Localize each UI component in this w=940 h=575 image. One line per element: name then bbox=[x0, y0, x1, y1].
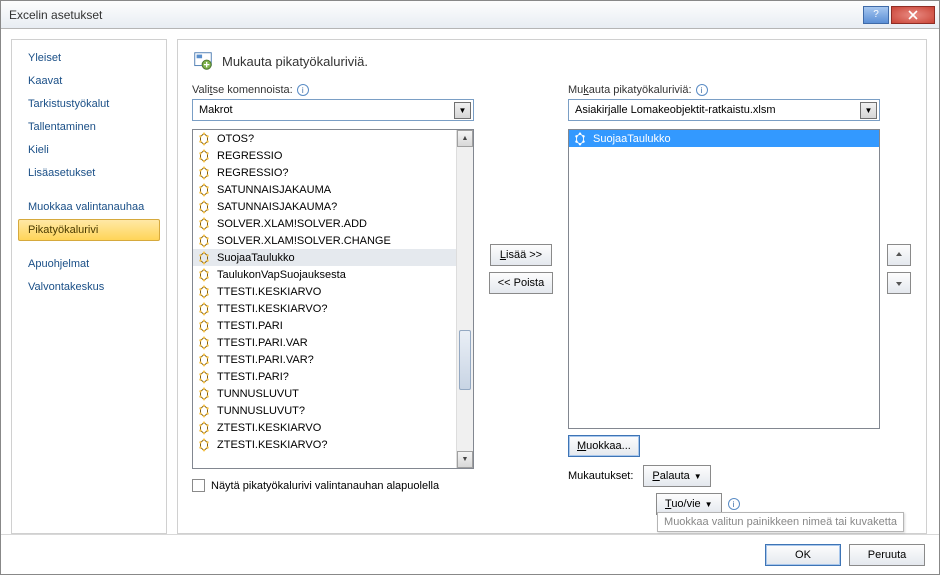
macro-icon bbox=[197, 404, 211, 418]
list-item[interactable]: REGRESSIO? bbox=[193, 164, 456, 181]
window-title: Excelin asetukset bbox=[9, 8, 861, 22]
list-item[interactable]: TTESTI.PARI? bbox=[193, 368, 456, 385]
customize-target-label: Mukauta pikatyökaluriviä: i bbox=[568, 84, 880, 96]
list-item[interactable]: REGRESSIO bbox=[193, 147, 456, 164]
title-bar: Excelin asetukset ? bbox=[1, 1, 939, 29]
sidebar-item-lisasetukset[interactable]: Lisäasetukset bbox=[18, 162, 160, 184]
macro-icon bbox=[197, 302, 211, 316]
show-below-ribbon-label: Näytä pikatyökalurivi valintanauhan alap… bbox=[211, 480, 439, 492]
macro-icon bbox=[197, 149, 211, 163]
macro-icon bbox=[573, 132, 587, 146]
ok-button[interactable]: OK bbox=[765, 544, 841, 566]
list-item[interactable]: TUNNUSLUVUT? bbox=[193, 402, 456, 419]
macro-icon bbox=[197, 387, 211, 401]
macro-icon bbox=[197, 336, 211, 350]
move-down-button[interactable] bbox=[887, 272, 911, 294]
remove-button[interactable]: << Poista bbox=[489, 272, 553, 294]
modify-button[interactable]: Muokkaa... bbox=[568, 435, 640, 457]
available-commands-list[interactable]: OTOS?REGRESSIOREGRESSIO?SATUNNAISJAKAUMA… bbox=[192, 129, 474, 469]
sidebar-item-yleiset[interactable]: Yleiset bbox=[18, 47, 160, 69]
macro-icon bbox=[197, 234, 211, 248]
close-button[interactable] bbox=[891, 6, 935, 24]
customizations-label: Mukautukset: bbox=[568, 470, 633, 482]
list-item[interactable]: TaulukonVapSuojauksesta bbox=[193, 266, 456, 283]
close-icon bbox=[908, 10, 918, 20]
sidebar-item-tarkistustykalut[interactable]: Tarkistustyökalut bbox=[18, 93, 160, 115]
page-title: Mukauta pikatyökaluriviä. bbox=[222, 54, 368, 69]
macro-icon bbox=[197, 200, 211, 214]
macro-icon bbox=[197, 370, 211, 384]
scroll-up-icon[interactable]: ▲ bbox=[457, 130, 473, 147]
macro-icon bbox=[197, 183, 211, 197]
current-commands-list[interactable]: SuojaaTaulukko bbox=[568, 129, 880, 429]
macro-icon bbox=[197, 285, 211, 299]
sidebar-item-pikatykalurivi[interactable]: Pikatyökalurivi bbox=[18, 219, 160, 241]
macro-icon bbox=[197, 251, 211, 265]
list-item[interactable]: TUNNUSLUVUT bbox=[193, 385, 456, 402]
move-up-button[interactable] bbox=[887, 244, 911, 266]
list-item[interactable]: SATUNNAISJAKAUMA? bbox=[193, 198, 456, 215]
quick-access-toolbar-icon bbox=[192, 50, 214, 72]
info-icon[interactable]: i bbox=[728, 498, 740, 510]
category-sidebar: YleisetKaavatTarkistustyökalutTallentami… bbox=[11, 39, 167, 534]
reset-button[interactable]: Palauta▼ bbox=[643, 465, 710, 487]
macro-icon bbox=[197, 319, 211, 333]
sidebar-item-muokkaavalintanauhaa[interactable]: Muokkaa valintanauhaa bbox=[18, 196, 160, 218]
sidebar-item-kieli[interactable]: Kieli bbox=[18, 139, 160, 161]
list-item[interactable]: TTESTI.PARI.VAR? bbox=[193, 351, 456, 368]
arrow-up-icon bbox=[895, 251, 903, 259]
list-item[interactable]: TTESTI.PARI bbox=[193, 317, 456, 334]
macro-icon bbox=[197, 421, 211, 435]
scroll-down-icon[interactable]: ▼ bbox=[457, 451, 473, 468]
show-below-ribbon-checkbox[interactable] bbox=[192, 479, 205, 492]
sidebar-item-apuohjelmat[interactable]: Apuohjelmat bbox=[18, 253, 160, 275]
content-panel: Mukauta pikatyökaluriviä. Valitse komenn… bbox=[177, 39, 927, 534]
macro-icon bbox=[197, 438, 211, 452]
add-button[interactable]: Lisää >> bbox=[490, 244, 552, 266]
scrollbar[interactable]: ▲ ▼ bbox=[456, 130, 473, 468]
sidebar-item-kaavat[interactable]: Kaavat bbox=[18, 70, 160, 92]
macro-icon bbox=[197, 166, 211, 180]
info-icon[interactable]: i bbox=[696, 84, 708, 96]
chevron-down-icon[interactable]: ▼ bbox=[860, 102, 877, 119]
macro-icon bbox=[197, 268, 211, 282]
chevron-down-icon[interactable]: ▼ bbox=[454, 102, 471, 119]
list-item[interactable]: TTESTI.PARI.VAR bbox=[193, 334, 456, 351]
info-icon[interactable]: i bbox=[297, 84, 309, 96]
choose-commands-label: Valitse komennoista: i bbox=[192, 84, 474, 96]
choose-commands-combo[interactable]: Makrot ▼ bbox=[192, 99, 474, 121]
list-item[interactable]: TTESTI.KESKIARVO bbox=[193, 283, 456, 300]
list-item[interactable]: SATUNNAISJAKAUMA bbox=[193, 181, 456, 198]
sidebar-item-valvontakeskus[interactable]: Valvontakeskus bbox=[18, 276, 160, 298]
list-item[interactable]: SuojaaTaulukko bbox=[193, 249, 456, 266]
list-item[interactable]: SOLVER.XLAM!SOLVER.ADD bbox=[193, 215, 456, 232]
list-item[interactable]: ZTESTI.KESKIARVO? bbox=[193, 436, 456, 453]
customize-target-combo[interactable]: Asiakirjalle Lomakeobjektit-ratkaistu.xl… bbox=[568, 99, 880, 121]
list-item[interactable]: SOLVER.XLAM!SOLVER.CHANGE bbox=[193, 232, 456, 249]
list-item[interactable]: TTESTI.KESKIARVO? bbox=[193, 300, 456, 317]
cancel-button[interactable]: Peruuta bbox=[849, 544, 925, 566]
dialog-footer: OK Peruuta bbox=[1, 534, 939, 574]
sidebar-item-tallentaminen[interactable]: Tallentaminen bbox=[18, 116, 160, 138]
modify-tooltip: Muokkaa valitun painikkeen nimeä tai kuv… bbox=[657, 512, 904, 532]
list-item[interactable]: SuojaaTaulukko bbox=[569, 130, 879, 147]
arrow-down-icon bbox=[895, 279, 903, 287]
macro-icon bbox=[197, 353, 211, 367]
help-button[interactable]: ? bbox=[863, 6, 889, 24]
macro-icon bbox=[197, 132, 211, 146]
macro-icon bbox=[197, 217, 211, 231]
scroll-thumb[interactable] bbox=[459, 330, 471, 390]
list-item[interactable]: ZTESTI.KESKIARVO bbox=[193, 419, 456, 436]
list-item[interactable]: OTOS? bbox=[193, 130, 456, 147]
